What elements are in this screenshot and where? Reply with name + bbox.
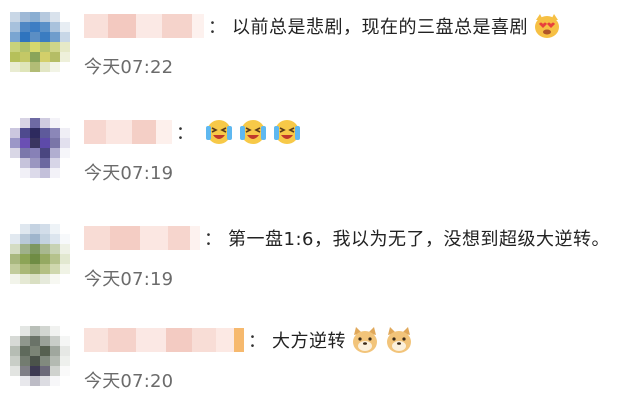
comment-timestamp: 今天07:20 xyxy=(84,371,174,392)
comment-text: 大方逆转 xyxy=(272,331,346,352)
name-separator: ： xyxy=(208,17,226,38)
comment-text: 以前总是悲剧，现在的三盘总是喜剧 xyxy=(232,17,528,38)
crying-laughing-icon xyxy=(240,120,266,144)
doge-icon xyxy=(353,327,377,353)
avatar[interactable] xyxy=(10,118,70,178)
comment-item: ： 第一盘1:6，我以为无了，没想到超级大逆转。 今天07:19 xyxy=(0,218,630,308)
doge-icon xyxy=(387,327,411,353)
username-redacted[interactable] xyxy=(84,224,200,252)
heart-eyes-dog-icon xyxy=(535,14,559,38)
comment-item: ： 以前总是悲剧，现在的三盘总是喜剧 今天07:22 xyxy=(0,6,630,96)
name-separator: ： xyxy=(204,229,222,250)
avatar[interactable] xyxy=(10,326,70,386)
comment-text: 第一盘1:6，我以为无了，没想到超级大逆转。 xyxy=(228,229,610,250)
name-separator: ： xyxy=(176,123,194,144)
username-redacted[interactable] xyxy=(84,118,172,146)
username-redacted[interactable] xyxy=(84,12,204,40)
crying-laughing-icon xyxy=(206,120,232,144)
comment-item: ： 今天07:19 xyxy=(0,112,630,202)
comment-timestamp: 今天07:19 xyxy=(84,163,174,184)
avatar[interactable] xyxy=(10,12,70,72)
name-separator: ： xyxy=(248,331,266,352)
username-redacted[interactable] xyxy=(84,326,244,354)
avatar[interactable] xyxy=(10,224,70,284)
comment-timestamp: 今天07:19 xyxy=(84,269,174,290)
comment-feed: ： 以前总是悲剧，现在的三盘总是喜剧 今天07:22 ： 今天07:19 ： 第… xyxy=(0,0,630,406)
comment-timestamp: 今天07:22 xyxy=(84,57,174,78)
comment-item: ： 大方逆转 今天07:20 xyxy=(0,320,630,406)
crying-laughing-icon xyxy=(274,120,300,144)
